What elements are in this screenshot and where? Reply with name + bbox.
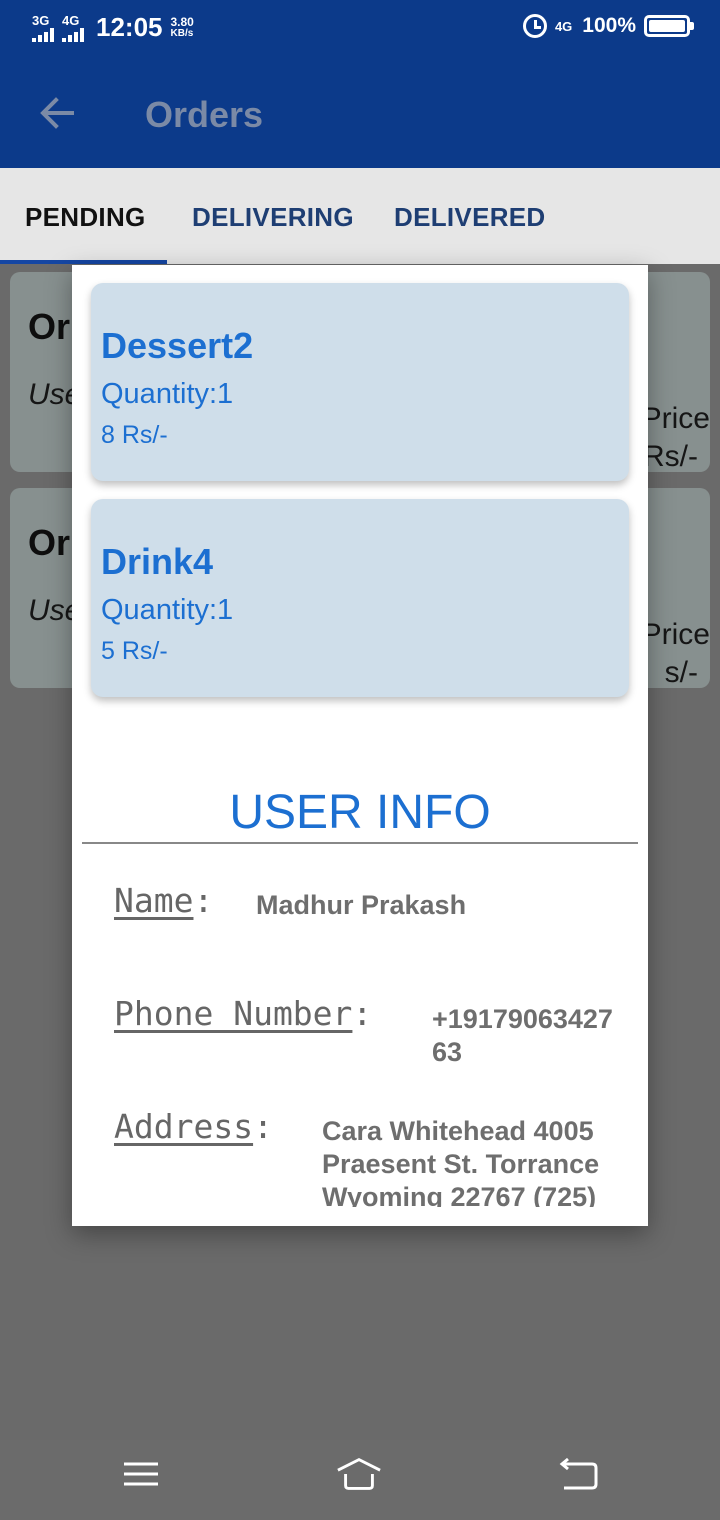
item-price: 5 Rs/- — [101, 637, 168, 665]
address-label: Address: — [114, 1107, 273, 1146]
status-bar-left: 3G 4G 12:05 3.80 KB/s — [32, 12, 194, 43]
order-item-card: Dessert2 Quantity:1 8 Rs/- — [91, 283, 629, 481]
item-name: Dessert2 — [101, 325, 254, 366]
signal-3g-icon: 3G — [32, 14, 54, 42]
order-item-card: Drink4 Quantity:1 5 Rs/- — [91, 499, 629, 697]
item-price: 8 Rs/- — [101, 421, 168, 449]
network-speed-unit: KB/s — [170, 27, 194, 39]
item-name: Drink4 — [101, 541, 214, 582]
system-nav-bar — [0, 1440, 720, 1520]
order-card-price-label: Price — [641, 618, 710, 651]
network-type-2: 4G — [62, 12, 80, 28]
battery-icon — [644, 15, 694, 37]
address-label-text: Address — [114, 1107, 254, 1146]
tab-delivered[interactable]: DELIVERED — [394, 202, 546, 233]
network-4g-indicator: 4G — [554, 18, 573, 34]
signal-4g-icon: 4G — [62, 14, 84, 42]
tab-delivering[interactable]: DELIVERING — [192, 202, 354, 233]
item-quantity: Quantity:1 — [101, 594, 234, 626]
phone-label-text: Phone Number — [114, 994, 353, 1033]
status-bar: 3G 4G 12:05 3.80 KB/s 4G 100% — [0, 0, 720, 58]
name-label: Name: — [114, 881, 214, 920]
tab-pending[interactable]: PENDING — [25, 202, 146, 233]
alarm-icon — [522, 14, 547, 38]
clock: 12:05 — [96, 12, 163, 42]
battery-percent: 100% — [582, 14, 636, 37]
network-type-1: 3G — [32, 12, 50, 28]
back-icon[interactable] — [556, 1456, 602, 1492]
user-info-heading: USER INFO — [229, 786, 491, 839]
phone-label: Phone Number: — [114, 994, 373, 1033]
order-card-title: Or — [28, 522, 71, 563]
arrow-left-icon[interactable] — [38, 94, 76, 132]
network-speed: 3.80 KB/s — [171, 16, 194, 40]
divider — [82, 842, 638, 844]
item-quantity: Quantity:1 — [101, 378, 234, 410]
phone-value: +19179063427 63 — [432, 1003, 613, 1069]
tab-bar: PENDING DELIVERING DELIVERED — [0, 168, 720, 264]
menu-icon[interactable] — [118, 1456, 164, 1492]
order-card-price-label: Price — [641, 402, 710, 435]
page-title: Orders — [145, 94, 264, 135]
address-line: Wyoming 22767 (725) — [322, 1182, 597, 1207]
status-bar-right: 4G 100% — [522, 14, 694, 38]
address-line: Praesent St. Torrance — [322, 1149, 600, 1179]
phone-value-line: 63 — [432, 1037, 463, 1067]
order-card-price-value: s/- — [664, 656, 698, 689]
home-icon[interactable] — [336, 1456, 382, 1492]
order-card-title: Or — [28, 306, 71, 347]
address-value: Cara Whitehead 4005 Praesent St. Torranc… — [322, 1115, 599, 1207]
name-label-text: Name — [114, 881, 194, 920]
order-card-price-value: Rs/- — [643, 440, 698, 473]
name-value: Madhur Prakash — [256, 890, 467, 920]
phone-value-line: +19179063427 — [432, 1004, 613, 1034]
address-line: Cara Whitehead 4005 — [322, 1116, 594, 1146]
order-details-dialog: Dessert2 Quantity:1 8 Rs/- Drink4 Quanti… — [72, 265, 648, 1226]
app-bar: Orders — [0, 58, 720, 168]
network-speed-value: 3.80 — [170, 14, 194, 29]
